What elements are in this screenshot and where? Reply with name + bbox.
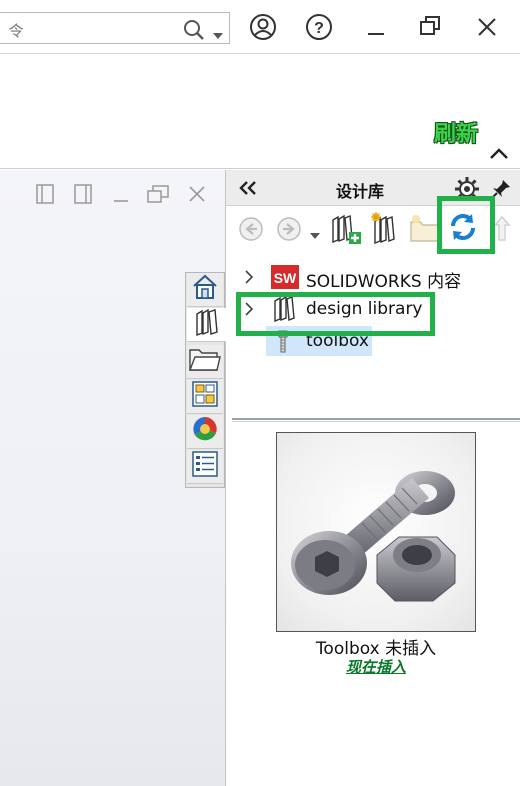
forward-icon[interactable] bbox=[276, 216, 302, 247]
tree-item-solidworks-content[interactable]: SW SOLIDWORKS 内容 bbox=[226, 262, 520, 292]
design-library-pane: 设计库 SW SOLIDWORKS 内容 design library tool… bbox=[226, 170, 520, 786]
search-icon[interactable] bbox=[183, 19, 205, 46]
tree-item-label: SOLIDWORKS 内容 bbox=[306, 272, 462, 292]
tab-custom-properties[interactable] bbox=[187, 450, 223, 484]
design-library-highlight bbox=[236, 292, 435, 336]
tab-appearances[interactable] bbox=[187, 415, 223, 449]
up-icon[interactable] bbox=[492, 214, 512, 247]
dropdown-arrow-icon[interactable] bbox=[310, 226, 320, 244]
tile-left-icon[interactable] bbox=[36, 184, 54, 209]
create-folder-icon[interactable] bbox=[370, 212, 402, 251]
search-input[interactable]: 令 bbox=[0, 20, 24, 41]
chevron-up-icon[interactable] bbox=[488, 146, 510, 165]
chevron-right-icon[interactable] bbox=[244, 270, 254, 289]
svg-text:?: ? bbox=[314, 20, 324, 37]
help-icon[interactable]: ? bbox=[304, 12, 334, 42]
refresh-annotation: 刷新 bbox=[434, 122, 479, 147]
tab-home[interactable] bbox=[187, 273, 223, 307]
view-palette-icon bbox=[192, 381, 218, 412]
tab-view-palette[interactable] bbox=[187, 380, 223, 414]
search-box[interactable]: 令 bbox=[0, 12, 230, 44]
command-manager: 刷新 bbox=[0, 54, 520, 169]
tab-file-explorer[interactable] bbox=[187, 345, 223, 379]
svg-text:SW: SW bbox=[274, 270, 297, 286]
close-icon[interactable] bbox=[188, 184, 206, 209]
appearances-icon bbox=[191, 415, 219, 448]
custom-properties-icon bbox=[192, 451, 218, 482]
restore-icon[interactable] bbox=[416, 12, 446, 42]
back-icon[interactable] bbox=[238, 216, 264, 247]
task-pane-tabs bbox=[185, 272, 227, 488]
account-icon[interactable] bbox=[248, 12, 278, 42]
minimize-icon[interactable] bbox=[362, 12, 392, 42]
insert-now-link[interactable]: 现在插入 bbox=[226, 656, 520, 677]
tile-right-icon[interactable] bbox=[74, 184, 92, 209]
home-icon bbox=[191, 273, 219, 306]
tab-design-library[interactable] bbox=[187, 308, 227, 342]
file-explorer-icon bbox=[188, 346, 221, 377]
title-bar: 令 ? bbox=[0, 0, 520, 54]
restore-icon[interactable] bbox=[146, 184, 170, 209]
minimize-icon[interactable] bbox=[112, 184, 130, 209]
refresh-highlight bbox=[437, 196, 495, 254]
close-icon[interactable] bbox=[472, 12, 502, 42]
pane-splitter[interactable] bbox=[232, 418, 520, 422]
pane-title: 设计库 bbox=[336, 182, 385, 201]
collapse-pane-icon[interactable] bbox=[238, 179, 258, 202]
dropdown-arrow-icon[interactable] bbox=[213, 26, 223, 44]
design-library-icon bbox=[194, 308, 220, 341]
toolbox-preview-image bbox=[276, 432, 476, 632]
solidworks-logo-icon: SW bbox=[270, 264, 300, 295]
add-location-icon[interactable] bbox=[330, 212, 362, 251]
